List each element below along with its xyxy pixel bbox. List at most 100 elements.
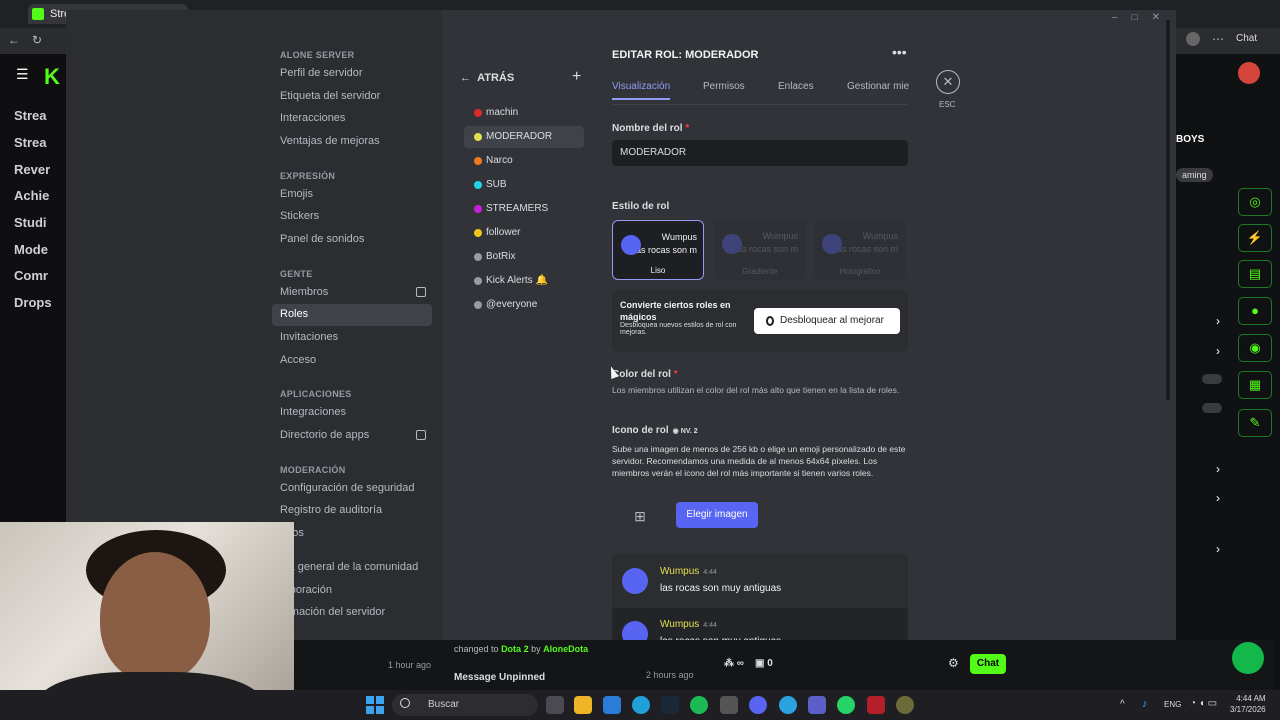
category-tag[interactable]: aming: [1176, 168, 1213, 182]
role-item-machin[interactable]: machin: [464, 102, 584, 124]
task-view-icon[interactable]: [546, 696, 564, 714]
nav-item-partial[interactable]: neos: [272, 523, 432, 545]
chevron-right-icon[interactable]: ›: [1216, 314, 1220, 328]
tab-manage-members[interactable]: Gestionar miembros (1): [847, 81, 909, 92]
browser-chat-button[interactable]: Chat: [1236, 33, 1257, 44]
back-arrow-icon[interactable]: ←: [8, 33, 20, 47]
support-fab-icon[interactable]: [1232, 642, 1264, 674]
style-option-solid[interactable]: Wumpus las rocas son m Liso: [612, 220, 704, 280]
kick-nav-item[interactable]: Studi: [14, 215, 66, 230]
tab-links[interactable]: Enlaces: [778, 81, 814, 92]
nav-app-directory[interactable]: Directorio de apps: [272, 425, 432, 447]
tab-display[interactable]: Visualización: [612, 81, 671, 100]
nav-emojis[interactable]: Emojis: [272, 184, 432, 206]
role-item-streamers[interactable]: STREAMERS: [464, 198, 584, 220]
wrench-icon[interactable]: ✎: [1238, 409, 1272, 437]
focus-icon[interactable]: ◎: [1238, 188, 1272, 216]
windows-start-icon[interactable]: [366, 696, 384, 714]
role-item-everyone[interactable]: @everyone: [464, 294, 584, 316]
document-icon[interactable]: ▤: [1238, 260, 1272, 288]
user-avatar[interactable]: [1238, 62, 1260, 84]
nav-item-partial[interactable]: sta general de la comunidad: [272, 557, 432, 579]
choose-image-button[interactable]: Elegir imagen: [676, 502, 758, 528]
chevron-right-icon[interactable]: ›: [1216, 462, 1220, 476]
style-option-holographic[interactable]: Wumpus las rocas son m Holográfico: [814, 220, 906, 280]
nav-safety-setup[interactable]: Configuración de seguridad: [272, 478, 432, 500]
teams-icon[interactable]: [808, 696, 826, 714]
activity-user[interactable]: AloneDota: [543, 644, 588, 654]
kick-nav-item[interactable]: Strea: [14, 135, 66, 150]
role-item-botrix[interactable]: BotRix: [464, 246, 584, 268]
scrollbar[interactable]: [1166, 20, 1170, 400]
spotify-icon[interactable]: [690, 696, 708, 714]
steam-icon[interactable]: [661, 696, 679, 714]
nav-invites[interactable]: Invitaciones: [272, 327, 432, 349]
nav-integrations[interactable]: Integraciones: [272, 402, 432, 424]
toggle-switch[interactable]: [1202, 374, 1222, 384]
gift-counter[interactable]: ⁂ ∞ ▣ 0: [724, 658, 773, 669]
role-item-sub[interactable]: SUB: [464, 174, 584, 196]
role-item-follower[interactable]: follower: [464, 222, 584, 244]
chevron-right-icon[interactable]: ›: [1216, 542, 1220, 556]
nav-access[interactable]: Acceso: [272, 350, 432, 372]
kick-logo[interactable]: K: [44, 64, 60, 90]
broadcast-icon[interactable]: ◉: [1238, 334, 1272, 362]
tray-chevron-icon[interactable]: ^: [1120, 699, 1125, 710]
app-icon[interactable]: [896, 696, 914, 714]
nav-audit-log[interactable]: Registro de auditoría: [272, 500, 432, 522]
kick-nav-item[interactable]: Drops: [14, 295, 66, 310]
toggle-switch[interactable]: [1202, 403, 1222, 413]
activity-game[interactable]: Dota 2: [501, 644, 529, 654]
more-options-icon[interactable]: •••: [892, 44, 907, 60]
kick-nav-item[interactable]: Achie: [14, 188, 66, 203]
store-icon[interactable]: [603, 696, 621, 714]
chevron-right-icon[interactable]: ›: [1216, 344, 1220, 358]
nav-stickers[interactable]: Stickers: [272, 206, 432, 228]
layout-icon[interactable]: ▦: [1238, 371, 1272, 399]
kick-nav-item[interactable]: Comr: [14, 268, 66, 283]
hamburger-menu-icon[interactable]: ☰: [16, 66, 29, 83]
role-item-moderador[interactable]: MODERADOR: [464, 126, 584, 148]
microphone-icon[interactable]: ♪: [1142, 698, 1148, 710]
app-icon[interactable]: [867, 696, 885, 714]
menu-dots-icon[interactable]: ⋯: [1212, 32, 1224, 46]
role-name-input[interactable]: MODERADOR: [612, 140, 908, 166]
tab-permissions[interactable]: Permisos: [703, 81, 745, 92]
taskbar-search[interactable]: Buscar: [392, 694, 538, 716]
back-button[interactable]: ← ATRÁS: [460, 72, 514, 84]
whatsapp-icon[interactable]: [837, 696, 855, 714]
kick-nav-item[interactable]: Strea: [14, 108, 66, 123]
language-indicator[interactable]: ENG: [1164, 700, 1181, 709]
style-option-gradient[interactable]: Wumpus las rocas son m Gradiente: [714, 220, 806, 280]
edge-icon[interactable]: [632, 696, 650, 714]
nav-server-tag[interactable]: Etiqueta del servidor: [272, 86, 432, 108]
extension-icon[interactable]: [1186, 32, 1200, 46]
kick-nav-item[interactable]: Mode: [14, 242, 66, 257]
nav-interactions[interactable]: Interacciones: [272, 108, 432, 130]
lightning-icon[interactable]: ⚡: [1238, 224, 1272, 252]
nav-server-profile[interactable]: Perfil de servidor: [272, 63, 432, 85]
nav-item-partial[interactable]: orporación: [272, 580, 432, 602]
network-volume-icons[interactable]: ◔ ◖ ▭: [1190, 698, 1217, 709]
nav-item-partial[interactable]: ormación del servidor: [272, 602, 432, 624]
close-icon[interactable]: ✕: [936, 70, 960, 94]
telegram-icon[interactable]: [779, 696, 797, 714]
app-icon[interactable]: [720, 696, 738, 714]
unlock-with-boost-button[interactable]: Desbloquear al mejorar: [754, 308, 900, 334]
add-image-icon[interactable]: ⊞: [620, 492, 660, 540]
chat-send-button[interactable]: Chat: [970, 654, 1006, 674]
nav-soundboard[interactable]: Panel de sonidos: [272, 229, 432, 251]
add-role-button[interactable]: +: [572, 68, 581, 86]
reload-icon[interactable]: ↻: [32, 33, 42, 47]
discord-icon[interactable]: [749, 696, 767, 714]
role-item-kick-alerts[interactable]: Kick Alerts 🔔: [464, 270, 584, 292]
chat-bubble-icon[interactable]: ●: [1238, 297, 1272, 325]
role-item-narco[interactable]: Narco: [464, 150, 584, 172]
nav-roles[interactable]: Roles: [272, 304, 432, 326]
nav-members[interactable]: Miembros: [272, 282, 432, 304]
kick-nav-item[interactable]: Rever: [14, 162, 66, 177]
window-controls[interactable]: –□✕: [1112, 12, 1174, 23]
taskbar-clock[interactable]: 4:44 AM 3/17/2026: [1230, 693, 1266, 715]
file-explorer-icon[interactable]: [574, 696, 592, 714]
chevron-right-icon[interactable]: ›: [1216, 491, 1220, 505]
